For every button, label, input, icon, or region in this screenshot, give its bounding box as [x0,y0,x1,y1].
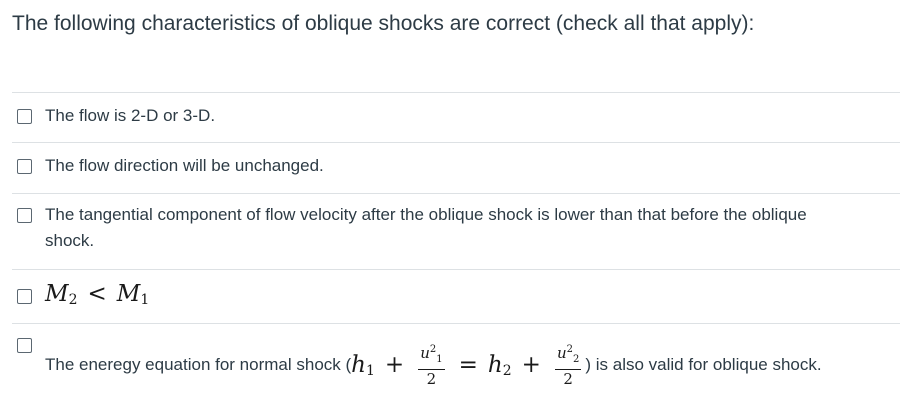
h2-symbol: h [487,351,503,378]
less-than-operator: < [87,281,107,307]
u2-fraction: u22 2 [554,342,582,388]
m2-subscript: 2 [68,292,78,308]
h2-subscript: 2 [502,362,512,379]
energy-text-before: The eneregy equation for normal shock ( [45,354,352,374]
u2-symbol: u [556,344,567,362]
plus-operator-2: + [521,351,541,378]
answer-label-3: The tangential component of flow velocit… [45,205,807,250]
answer-option-1[interactable]: The flow is 2-D or 3-D. [12,92,900,142]
answer-label-1: The flow is 2-D or 3-D. [45,106,216,125]
u2-subscript: 2 [572,354,580,365]
u1-numerator: u21 [418,342,445,370]
energy-text-after: ) is also valid for oblique shock. [585,354,822,374]
energy-equation: h1 + u21 2 = h2 + u22 2 [351,342,585,387]
answer-label-2: The flow direction will be unchanged. [45,156,324,175]
answer-checkbox-4[interactable] [17,289,32,304]
u1-fraction: u21 2 [418,342,445,388]
equals-operator: = [458,351,478,378]
u2-numerator: u22 [554,342,582,370]
answer-list: The flow is 2-D or 3-D. The flow directi… [12,92,900,393]
answer-checkbox-1[interactable] [17,109,32,124]
answer-option-2[interactable]: The flow direction will be unchanged. [12,142,900,193]
question-text: The following characteristics of oblique… [12,12,755,35]
m1-subscript: 1 [140,292,150,308]
u2-denominator: 2 [563,370,573,388]
mach-inequality: M2 < M1 [45,281,149,308]
answer-label-4: M2 < M1 [45,281,149,309]
answer-checkbox-5[interactable] [17,338,32,353]
u1-denominator: 2 [426,370,437,388]
u1-symbol: u [420,344,430,362]
u1-subscript: 1 [436,354,443,365]
answer-option-3[interactable]: The tangential component of flow velocit… [12,193,900,269]
answer-label-5: The eneregy equation for normal shock ( … [45,342,822,387]
answer-option-4[interactable]: M2 < M1 [12,269,900,323]
answer-checkbox-2[interactable] [17,159,32,174]
h1-subscript: 1 [366,362,375,379]
h1-symbol: h [351,351,366,378]
m2-symbol: M [45,281,69,307]
answer-option-5[interactable]: The eneregy equation for normal shock ( … [12,323,900,393]
plus-operator-1: + [384,351,405,378]
m1-symbol: M [116,281,141,307]
answer-checkbox-3[interactable] [17,208,32,223]
